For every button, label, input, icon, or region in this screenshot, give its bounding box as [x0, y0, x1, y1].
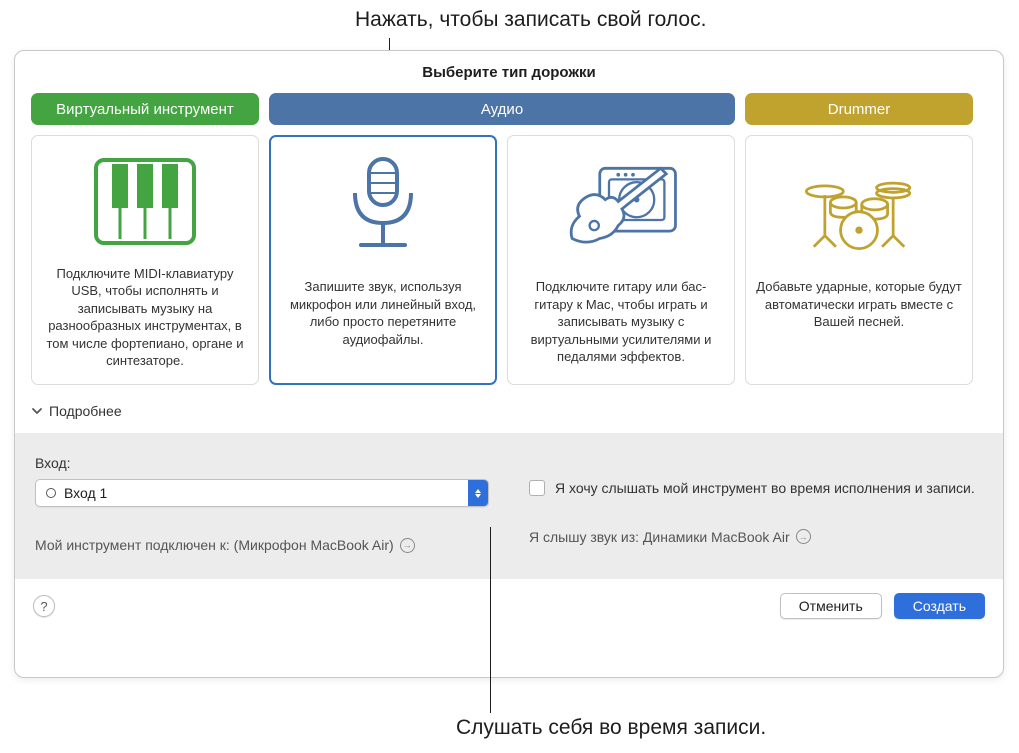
dialog-title: Выберите тип дорожки: [15, 51, 1003, 93]
monitoring-label: Я хочу слышать мой инструмент во время и…: [555, 479, 975, 499]
create-button[interactable]: Создать: [894, 593, 985, 619]
arrow-right-circle-icon: →: [400, 538, 415, 553]
input-label: Вход:: [35, 455, 489, 471]
tab-virtual-instrument[interactable]: Виртуальный инструмент: [31, 93, 259, 125]
card-guitar-text: Подключите гитару или бас-гитару к Mac, …: [518, 278, 724, 366]
cancel-button[interactable]: Отменить: [780, 593, 882, 619]
details-right-column: Я хочу слышать мой инструмент во время и…: [529, 455, 983, 553]
details-label: Подробнее: [49, 403, 122, 419]
callout-bottom-line: [490, 527, 491, 713]
keyboard-icon: [85, 148, 205, 255]
card-audio-guitar[interactable]: Подключите гитару или бас-гитару к Mac, …: [507, 135, 735, 385]
details-left-column: Вход: Вход 1 Мой инструмент подключен к:…: [35, 455, 489, 553]
tab-audio[interactable]: Аудио: [269, 93, 735, 125]
card-drummer[interactable]: Добавьте ударные, которые будут автомати…: [745, 135, 973, 385]
mono-channel-icon: [46, 488, 56, 498]
chevron-down-icon: [31, 405, 43, 417]
card-drummer-text: Добавьте ударные, которые будут автомати…: [756, 278, 962, 331]
details-disclosure[interactable]: Подробнее: [15, 385, 1003, 433]
card-midi-instrument[interactable]: Подключите MIDI-клавиатуру USB, чтобы ис…: [31, 135, 259, 385]
output-device-link[interactable]: Я слышу звук из: Динамики MacBook Air →: [529, 529, 983, 545]
track-cards-row: Подключите MIDI-клавиатуру USB, чтобы ис…: [15, 125, 1003, 385]
callout-bottom-text: Слушать себя во время записи.: [456, 716, 766, 740]
guitar-amp-icon: [561, 148, 681, 268]
input-device-text: Мой инструмент подключен к: (Микрофон Ma…: [35, 537, 394, 553]
details-panel: Вход: Вход 1 Мой инструмент подключен к:…: [15, 433, 1003, 579]
monitoring-checkbox[interactable]: [529, 480, 545, 496]
input-select[interactable]: Вход 1: [35, 479, 489, 507]
microphone-icon: [323, 148, 443, 268]
help-button[interactable]: ?: [33, 595, 55, 617]
input-device-link[interactable]: Мой инструмент подключен к: (Микрофон Ma…: [35, 537, 489, 553]
dialog-footer: ? Отменить Создать: [15, 579, 1003, 633]
output-device-text: Я слышу звук из: Динамики MacBook Air: [529, 529, 790, 545]
arrow-right-circle-icon: →: [796, 529, 811, 544]
track-type-tabs: Виртуальный инструмент Аудио Drummer: [15, 93, 1003, 125]
card-audio-microphone[interactable]: Запишите звук, используя микрофон или ли…: [269, 135, 497, 385]
track-type-dialog: Выберите тип дорожки Виртуальный инструм…: [14, 50, 1004, 678]
input-value: Вход 1: [64, 485, 107, 501]
drumkit-icon: [799, 148, 919, 268]
callout-top-text: Нажать, чтобы записать свой голос.: [355, 8, 706, 32]
card-midi-text: Подключите MIDI-клавиатуру USB, чтобы ис…: [42, 265, 248, 370]
card-mic-text: Запишите звук, используя микрофон или ли…: [280, 278, 486, 348]
tab-drummer[interactable]: Drummer: [745, 93, 973, 125]
select-stepper-icon: [468, 480, 488, 506]
